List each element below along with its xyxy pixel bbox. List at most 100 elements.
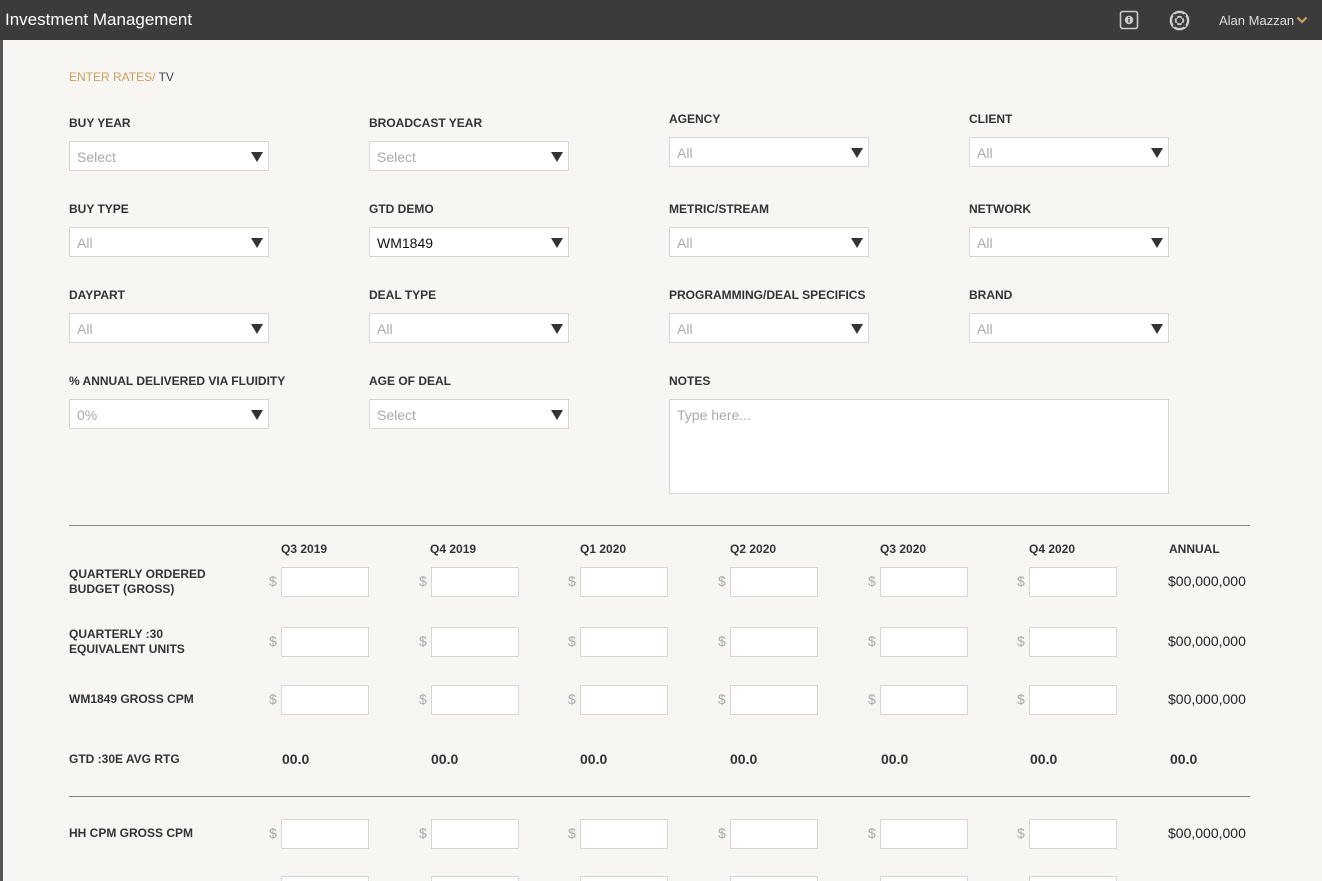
equiv-units-q1-2020-input[interactable] <box>580 627 668 657</box>
currency-symbol: $ <box>568 825 576 841</box>
metric-stream-select[interactable]: All <box>669 227 869 257</box>
hh-cpm-q2-2020-input[interactable] <box>730 819 818 849</box>
programming-select[interactable]: All <box>669 313 869 343</box>
notes-label: NOTES <box>669 374 711 388</box>
currency-symbol: $ <box>419 573 427 589</box>
hh-cpm-q3-2019-input[interactable] <box>281 819 369 849</box>
col-header-q3-2019: Q3 2019 <box>281 542 328 556</box>
equiv-units-q4-2020-input[interactable] <box>1029 627 1117 657</box>
brand-label: BRAND <box>969 288 1013 302</box>
help-lifebuoy-icon[interactable] <box>1168 0 1190 40</box>
col-header-q3-2020: Q3 2020 <box>880 542 927 556</box>
broadcast-year-select[interactable]: Select <box>369 141 569 171</box>
currency-symbol: $ <box>868 691 876 707</box>
breadcrumb-current: TV <box>158 70 174 84</box>
notes-textarea[interactable] <box>669 399 1169 494</box>
gtd-demo-select[interactable]: WM1849 <box>369 227 569 257</box>
next-row-q4-2020-input[interactable] <box>1029 876 1117 881</box>
next-row-q3-2019-input[interactable] <box>281 876 369 881</box>
broadcast-year-label: BROADCAST YEAR <box>369 116 483 130</box>
avg-rtg-q1-2020: 00.0 <box>580 751 608 767</box>
currency-symbol: $ <box>568 573 576 589</box>
programming-value: All <box>677 321 693 337</box>
info-icon[interactable] <box>1118 0 1140 40</box>
ordered-budget-q4-2019-input[interactable] <box>431 567 519 597</box>
buy-year-label: BUY YEAR <box>69 116 131 130</box>
breadcrumb-enter-rates[interactable]: ENTER RATES/ <box>69 70 155 84</box>
next-row-q2-2020-input[interactable] <box>730 876 818 881</box>
currency-symbol: $ <box>269 691 277 707</box>
deal-type-value: All <box>377 321 393 337</box>
left-edge <box>0 40 3 881</box>
breadcrumb: ENTER RATES/ TV <box>69 70 174 84</box>
dropdown-arrow-icon <box>551 238 563 248</box>
section-divider <box>69 796 1250 797</box>
dropdown-arrow-icon <box>551 152 563 162</box>
ordered-budget-q3-2020-input[interactable] <box>880 567 968 597</box>
gross-cpm-q3-2020-input[interactable] <box>880 685 968 715</box>
metric-stream-label: METRIC/STREAM <box>669 202 769 216</box>
gross-cpm-annual: $00,000,000 <box>1168 691 1246 707</box>
buy-type-select[interactable]: All <box>69 227 269 257</box>
agency-select[interactable]: All <box>669 137 869 167</box>
section-divider <box>69 525 1250 526</box>
buy-year-select[interactable]: Select <box>69 141 269 171</box>
currency-symbol: $ <box>269 825 277 841</box>
equiv-units-q4-2019-input[interactable] <box>431 627 519 657</box>
fluidity-label: % ANNUAL DELIVERED VIA FLUIDITY <box>69 374 286 388</box>
row-label-hh-cpm: HH CPM GROSS CPM <box>69 826 194 840</box>
dropdown-arrow-icon <box>551 410 563 420</box>
metric-stream-value: All <box>677 235 693 251</box>
hh-cpm-q3-2020-input[interactable] <box>880 819 968 849</box>
fluidity-select[interactable]: 0% <box>69 399 269 429</box>
avg-rtg-q3-2019: 00.0 <box>282 751 310 767</box>
daypart-value: All <box>77 321 93 337</box>
avg-rtg-q2-2020: 00.0 <box>730 751 758 767</box>
deal-type-select[interactable]: All <box>369 313 569 343</box>
dropdown-arrow-icon <box>251 410 263 420</box>
daypart-label: DAYPART <box>69 288 126 302</box>
gross-cpm-q2-2020-input[interactable] <box>730 685 818 715</box>
ordered-budget-q2-2020-input[interactable] <box>730 567 818 597</box>
client-select[interactable]: All <box>969 137 1169 167</box>
gross-cpm-q1-2020-input[interactable] <box>580 685 668 715</box>
next-row-q1-2020-input[interactable] <box>580 876 668 881</box>
age-of-deal-select[interactable]: Select <box>369 399 569 429</box>
col-header-q1-2020: Q1 2020 <box>580 542 627 556</box>
avg-rtg-q4-2019: 00.0 <box>431 751 459 767</box>
network-select[interactable]: All <box>969 227 1169 257</box>
hh-cpm-q4-2020-input[interactable] <box>1029 819 1117 849</box>
user-menu-name[interactable]: Alan Mazzan <box>1219 13 1294 28</box>
hh-cpm-q4-2019-input[interactable] <box>431 819 519 849</box>
programming-label: PROGRAMMING/DEAL SPECIFICS <box>669 288 866 302</box>
gross-cpm-q3-2019-input[interactable] <box>281 685 369 715</box>
currency-symbol: $ <box>1017 633 1025 649</box>
row-label-avg-rtg: GTD :30E AVG RTG <box>69 752 180 766</box>
age-of-deal-value: Select <box>377 407 416 423</box>
equiv-units-q3-2019-input[interactable] <box>281 627 369 657</box>
gross-cpm-q4-2020-input[interactable] <box>1029 685 1117 715</box>
col-header-q4-2019: Q4 2019 <box>430 542 477 556</box>
buy-type-label: BUY TYPE <box>69 202 129 216</box>
currency-symbol: $ <box>269 633 277 649</box>
deal-type-label: DEAL TYPE <box>369 288 437 302</box>
next-row-q4-2019-input[interactable] <box>431 876 519 881</box>
hh-cpm-q1-2020-input[interactable] <box>580 819 668 849</box>
chevron-down-icon[interactable] <box>1296 13 1308 31</box>
gtd-demo-value: WM1849 <box>377 235 434 251</box>
equiv-units-q2-2020-input[interactable] <box>730 627 818 657</box>
ordered-budget-q4-2020-input[interactable] <box>1029 567 1117 597</box>
ordered-budget-q3-2019-input[interactable] <box>281 567 369 597</box>
next-row-q3-2020-input[interactable] <box>880 876 968 881</box>
ordered-budget-q1-2020-input[interactable] <box>580 567 668 597</box>
dropdown-arrow-icon <box>251 152 263 162</box>
network-value: All <box>977 235 993 251</box>
dropdown-arrow-icon <box>851 148 863 158</box>
equiv-units-q3-2020-input[interactable] <box>880 627 968 657</box>
brand-select[interactable]: All <box>969 313 1169 343</box>
gross-cpm-q4-2019-input[interactable] <box>431 685 519 715</box>
network-label: NETWORK <box>969 202 1031 216</box>
dropdown-arrow-icon <box>851 324 863 334</box>
daypart-select[interactable]: All <box>69 313 269 343</box>
currency-symbol: $ <box>419 691 427 707</box>
